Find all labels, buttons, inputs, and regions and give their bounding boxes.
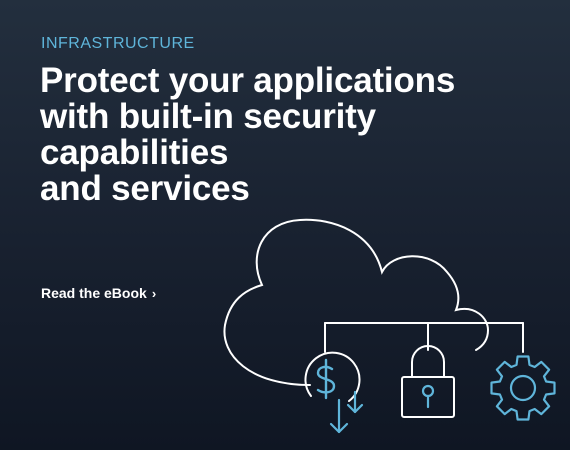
lock-icon xyxy=(401,345,455,418)
headline-line-1: Protect your applications xyxy=(40,61,456,100)
read-ebook-label: Read the eBook xyxy=(41,285,147,301)
headline-line-3: capabilities xyxy=(40,133,229,172)
read-ebook-link[interactable]: Read the eBook › xyxy=(41,285,156,301)
category-label: INFRASTRUCTURE xyxy=(41,35,195,52)
chevron-right-icon: › xyxy=(151,285,157,301)
cloud-icon xyxy=(223,218,490,386)
headline-line-2: with built-in security xyxy=(40,97,376,136)
ad-banner[interactable]: INFRASTRUCTURE Protect your applications… xyxy=(0,0,570,450)
gear-icon xyxy=(490,355,556,421)
dollar-download-icon xyxy=(304,351,364,434)
connector-lines xyxy=(324,322,524,353)
headline-line-4: and services xyxy=(40,169,250,208)
headline: Protect your applications with built-in … xyxy=(40,63,510,207)
